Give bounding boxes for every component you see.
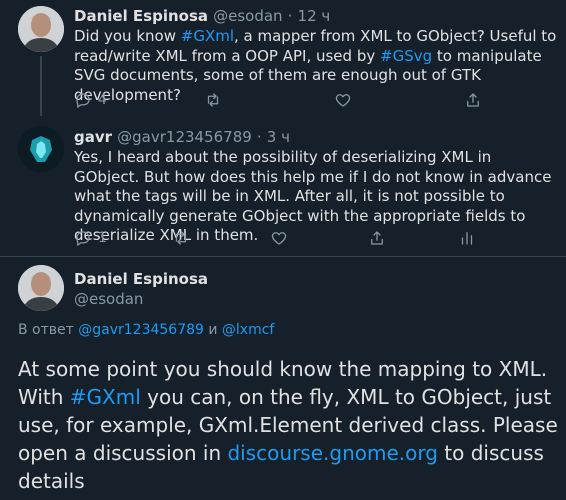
avatar[interactable] bbox=[18, 265, 64, 311]
avatar[interactable] bbox=[18, 6, 64, 52]
author-name[interactable]: Daniel Espinosa bbox=[74, 7, 208, 25]
author-name[interactable]: gavr bbox=[74, 128, 112, 146]
tweet-actions: 1 bbox=[74, 229, 476, 247]
like-button[interactable] bbox=[334, 91, 464, 109]
like-icon bbox=[271, 232, 287, 245]
timestamp[interactable]: 3 ч bbox=[267, 128, 290, 146]
like-button[interactable] bbox=[270, 229, 368, 247]
share-button[interactable] bbox=[368, 229, 458, 247]
thread-line bbox=[40, 56, 42, 116]
external-link[interactable]: discourse.gnome.org bbox=[227, 441, 437, 465]
like-icon bbox=[335, 94, 351, 107]
analytics-button[interactable] bbox=[458, 229, 476, 247]
retweet-icon bbox=[207, 93, 219, 107]
author-name[interactable]: Daniel Espinosa bbox=[74, 270, 208, 288]
divider bbox=[0, 256, 566, 257]
analytics-icon bbox=[461, 232, 473, 245]
reply-button[interactable]: 1 bbox=[74, 229, 172, 247]
separator-dot: · bbox=[256, 128, 262, 146]
retweet-button[interactable] bbox=[204, 91, 334, 109]
timestamp[interactable]: 12 ч bbox=[298, 7, 331, 25]
reply-count: 4 bbox=[98, 92, 107, 108]
reply-button[interactable]: 4 bbox=[74, 91, 204, 109]
reply-count: 1 bbox=[98, 230, 107, 246]
separator-dot: · bbox=[287, 7, 293, 25]
retweet-icon bbox=[175, 231, 187, 245]
hashtag-link[interactable]: #GSvg bbox=[380, 47, 432, 65]
share-button[interactable] bbox=[464, 91, 482, 109]
author-handle[interactable]: @esodan bbox=[74, 290, 143, 308]
main-tweet-text: At some point you should know the mappin… bbox=[18, 357, 558, 493]
mention-link[interactable]: @lxmcf bbox=[222, 322, 274, 338]
reply-context: В ответ @gavr123456789 и @lxmcf bbox=[18, 322, 275, 338]
reply-icon bbox=[76, 93, 90, 108]
share-icon bbox=[467, 93, 479, 107]
avatar[interactable] bbox=[18, 126, 64, 172]
hashtag-link[interactable]: #GXml bbox=[181, 27, 234, 45]
author-handle[interactable]: @esodan bbox=[213, 7, 282, 25]
hashtag-link[interactable]: #GXml bbox=[70, 385, 141, 409]
tweet-actions: 4 bbox=[74, 91, 482, 109]
retweet-button[interactable] bbox=[172, 229, 270, 247]
share-icon bbox=[371, 231, 383, 245]
author-handle[interactable]: @gavr123456789 bbox=[117, 128, 252, 146]
reply-icon bbox=[76, 231, 90, 246]
mention-link[interactable]: @gavr123456789 bbox=[78, 322, 204, 338]
